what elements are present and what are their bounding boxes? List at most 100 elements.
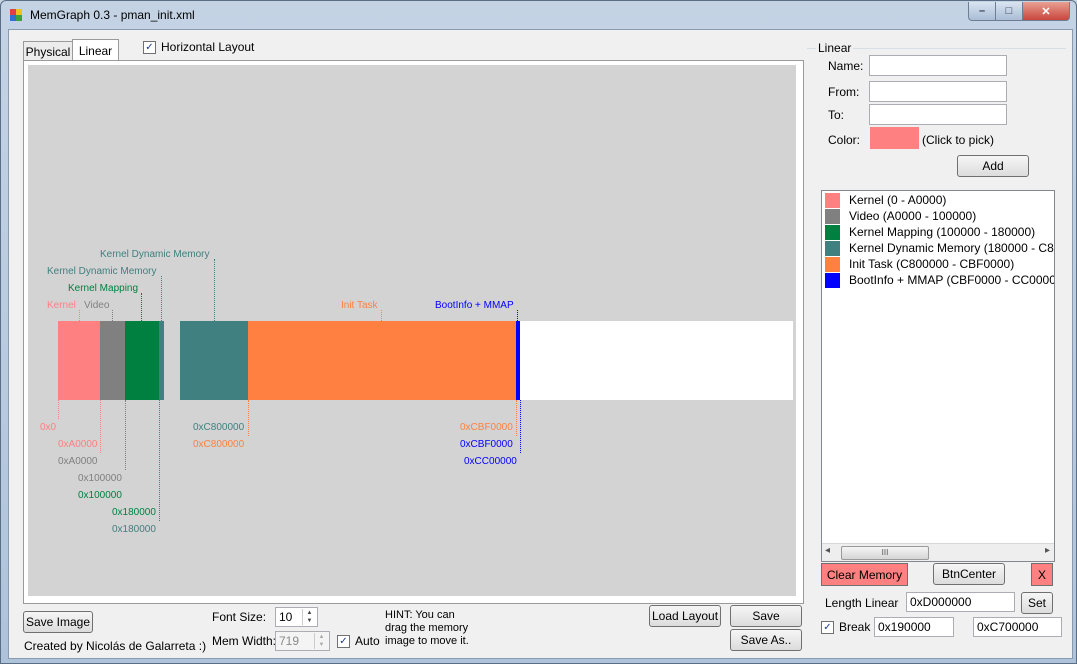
color-swatch [825, 208, 840, 224]
leader-line [58, 400, 59, 419]
to-input[interactable] [869, 104, 1007, 125]
segment-init-task[interactable] [248, 321, 516, 400]
btn-center-label: BtnCenter [941, 567, 997, 581]
address-label: 0xA0000 [58, 439, 98, 450]
clear-memory-button[interactable]: Clear Memory [821, 563, 908, 586]
set-label: Set [1027, 596, 1046, 610]
save-image-button[interactable]: Save Image [23, 611, 93, 633]
list-item-label: Kernel Dynamic Memory (180000 - C8000 [849, 241, 1055, 255]
auto-checkbox[interactable]: ✓ [337, 635, 350, 648]
mem-width-label: Mem Width: [212, 634, 277, 648]
break-to-value: 0xC700000 [977, 620, 1039, 634]
from-input[interactable] [869, 81, 1007, 102]
list-item-label: BootInfo + MMAP (CBF0000 - CC00000) [849, 273, 1055, 287]
leader-line [112, 310, 113, 321]
window-title: MemGraph 0.3 - pman_init.xml [30, 8, 195, 22]
remove-icon: X [1037, 567, 1046, 582]
spin-icon: ▲ ▼ [314, 633, 328, 649]
save-as-button[interactable]: Save As.. [730, 629, 802, 651]
address-label: 0xA0000 [58, 456, 98, 467]
horizontal-layout-checkbox[interactable]: ✓ [143, 41, 156, 54]
leader-line [79, 310, 80, 321]
maximize-button[interactable]: □ [995, 2, 1023, 21]
leader-line [100, 400, 101, 453]
length-linear-input[interactable]: 0xD000000 [906, 592, 1015, 612]
break-checkbox[interactable]: ✓ [821, 621, 834, 634]
list-item[interactable]: Video (A0000 - 100000) [825, 208, 976, 224]
btn-center-button[interactable]: BtnCenter [933, 563, 1005, 585]
segment-kernel[interactable] [58, 321, 100, 400]
close-button[interactable]: ✕ [1022, 2, 1070, 21]
segment-top-label: Kernel Mapping [68, 283, 139, 294]
app-window: MemGraph 0.3 - pman_init.xml – □ ✕ Physi… [0, 0, 1077, 664]
address-label: 0xC800000 [193, 439, 245, 450]
leader-line [516, 400, 517, 436]
list-item[interactable]: Kernel Dynamic Memory (180000 - C8000 [825, 240, 1055, 256]
segment-kernel-dynamic-memory-b[interactable] [180, 321, 248, 400]
color-swatch [825, 224, 840, 240]
segment-top-label: Kernel Dynamic Memory [47, 266, 157, 277]
minimize-icon: – [978, 5, 986, 17]
address-label: 0x180000 [112, 507, 156, 518]
break-from-input[interactable]: 0x190000 [874, 617, 954, 637]
font-size-stepper[interactable]: 10 ▲ ▼ [275, 607, 318, 627]
minimize-button[interactable]: – [968, 2, 996, 21]
tab-linear-label: Linear [78, 44, 113, 58]
color-swatch [825, 272, 840, 288]
list-item[interactable]: BootInfo + MMAP (CBF0000 - CC00000) [825, 272, 1055, 288]
segment-video[interactable] [100, 321, 125, 400]
segment-bootinfo-mmap[interactable] [516, 321, 520, 400]
memory-canvas[interactable]: Kernel Video Kernel Mapping Kernel Dynam… [28, 65, 796, 596]
leader-line [161, 276, 162, 321]
load-layout-label: Load Layout [651, 609, 719, 623]
leader-line [520, 400, 521, 453]
segment-kernel-mapping[interactable] [125, 321, 159, 400]
leader-line [517, 310, 518, 321]
length-linear-value: 0xD000000 [910, 595, 972, 609]
address-label: 0xCC00000 [464, 456, 517, 467]
list-item[interactable]: Init Task (C800000 - CBF0000) [825, 256, 1014, 272]
address-label: 0xCBF0000 [460, 439, 513, 450]
address-label: 0x100000 [78, 490, 122, 501]
credit-text: Created by Nicolás de Galarreta :) [24, 639, 207, 653]
mem-width-stepper[interactable]: 719 ▲ ▼ [275, 631, 330, 651]
horizontal-scrollbar[interactable]: ◂ III ▸ [822, 543, 1054, 561]
memory-list[interactable]: Kernel (0 - A0000) Video (A0000 - 100000… [821, 190, 1055, 562]
horizontal-layout-label: Horizontal Layout [161, 40, 255, 54]
scroll-right-icon[interactable]: ▸ [1045, 545, 1050, 556]
add-label: Add [982, 159, 1004, 173]
font-size-label: Font Size: [212, 610, 267, 624]
break-gap [164, 321, 180, 400]
scrollbar-thumb[interactable]: III [841, 546, 929, 560]
scroll-left-icon[interactable]: ◂ [825, 545, 830, 556]
name-input[interactable] [869, 55, 1007, 76]
break-to-input[interactable]: 0xC700000 [973, 617, 1062, 637]
load-layout-button[interactable]: Load Layout [649, 605, 721, 627]
clear-memory-label: Clear Memory [826, 567, 903, 582]
list-item-label: Video (A0000 - 100000) [849, 209, 977, 223]
save-button[interactable]: Save [730, 605, 802, 627]
leader-line [214, 259, 215, 321]
tab-linear[interactable]: Linear [72, 39, 119, 62]
add-button[interactable]: Add [957, 155, 1029, 177]
color-label: Color: [828, 133, 861, 147]
tab-physical[interactable]: Physical [23, 41, 73, 62]
remove-button[interactable]: X [1031, 563, 1053, 586]
close-icon: ✕ [1041, 5, 1051, 18]
set-button[interactable]: Set [1021, 592, 1053, 614]
color-picker-swatch[interactable] [870, 127, 919, 149]
break-label: Break [839, 620, 871, 634]
break-from-value: 0x190000 [878, 620, 931, 634]
address-label: 0x100000 [78, 473, 122, 484]
save-image-label: Save Image [25, 615, 91, 629]
segment-top-label: Init Task [341, 300, 378, 311]
hint-text: HINT: You can drag the memory image to m… [385, 609, 469, 647]
list-item[interactable]: Kernel Mapping (100000 - 180000) [825, 224, 1035, 240]
leader-line [125, 400, 126, 470]
font-size-value: 10 [279, 610, 293, 624]
spin-icon: ▲ ▼ [302, 609, 316, 625]
mem-width-value: 719 [279, 634, 300, 648]
leader-line [141, 293, 142, 321]
name-label: Name: [828, 59, 864, 73]
list-item[interactable]: Kernel (0 - A0000) [825, 192, 946, 208]
